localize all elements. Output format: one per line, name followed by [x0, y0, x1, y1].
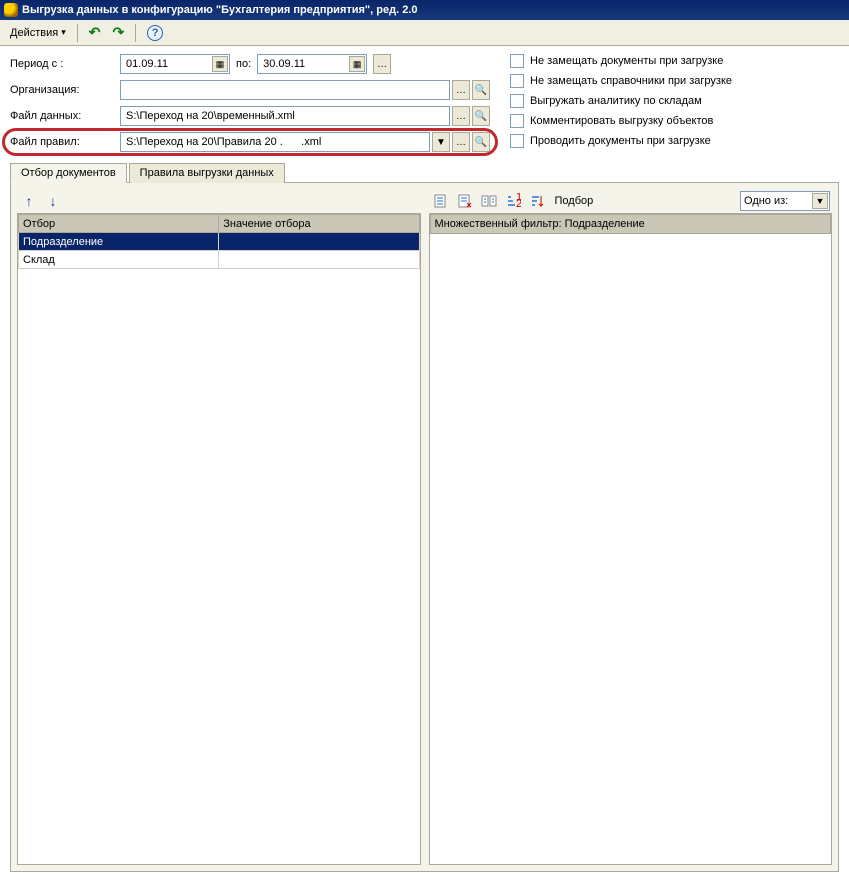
- rules-file-select-button[interactable]: …: [452, 132, 470, 152]
- left-pane: Отбор Значение отбора Подразделение Скла…: [17, 189, 421, 865]
- left-toolbar: [17, 189, 421, 213]
- help-icon: ?: [147, 25, 163, 41]
- data-file-row: … 🔍: [120, 106, 490, 126]
- list-sort-asc[interactable]: 12: [503, 191, 523, 211]
- period-dialog-button[interactable]: …: [373, 54, 391, 74]
- arrow-down-icon: [50, 193, 57, 209]
- calendar-icon[interactable]: ▦: [212, 56, 228, 72]
- data-file-open-button[interactable]: 🔍: [472, 106, 490, 126]
- chk-post-on-load[interactable]: Проводить документы при загрузке: [510, 134, 732, 148]
- chk-label: Проводить документы при загрузке: [530, 135, 711, 147]
- arrow-up-icon: [26, 193, 33, 209]
- actions-menu[interactable]: Действия: [6, 23, 70, 43]
- data-file-select-button[interactable]: …: [452, 106, 470, 126]
- org-select-button[interactable]: …: [452, 80, 470, 100]
- org-row: … 🔍: [120, 80, 490, 100]
- left-form: Период с : ▦ по: ▦ … Организация: … 🔍 Фа…: [10, 54, 490, 152]
- col-filter[interactable]: Отбор: [19, 215, 219, 233]
- actions-label: Действия: [10, 27, 58, 39]
- filter-grid[interactable]: Отбор Значение отбора Подразделение Скла…: [17, 213, 421, 865]
- rules-file-row: ▼ … 🔍: [120, 132, 490, 152]
- data-file-input[interactable]: [120, 106, 450, 126]
- data-file-label: Файл данных:: [10, 110, 120, 122]
- list-sort-desc[interactable]: [527, 191, 547, 211]
- move-down-button[interactable]: [43, 191, 63, 211]
- cell-filter[interactable]: Подразделение: [19, 233, 219, 251]
- separator: [77, 24, 78, 42]
- list-action-2[interactable]: [455, 191, 475, 211]
- podbor-label[interactable]: Подбор: [555, 195, 594, 207]
- separator: [135, 24, 136, 42]
- multi-filter-grid[interactable]: Множественный фильтр: Подразделение: [429, 213, 833, 865]
- tab-label: Правила выгрузки данных: [140, 167, 274, 179]
- date-from-input[interactable]: ▦: [120, 54, 230, 74]
- org-field[interactable]: [124, 81, 446, 99]
- rules-file-open-button[interactable]: 🔍: [472, 132, 490, 152]
- date-from-field[interactable]: [124, 55, 226, 73]
- checkbox-icon[interactable]: [510, 54, 524, 68]
- undo-icon: [89, 24, 101, 41]
- org-input[interactable]: [120, 80, 450, 100]
- checkbox-icon[interactable]: [510, 74, 524, 88]
- tab-export-rules[interactable]: Правила выгрузки данных: [129, 163, 285, 183]
- checkbox-icon[interactable]: [510, 134, 524, 148]
- svg-text:2: 2: [516, 198, 521, 209]
- to-label: по:: [236, 58, 251, 70]
- chk-no-replace-docs[interactable]: Не замещать документы при загрузке: [510, 54, 732, 68]
- chk-label: Не замещать документы при загрузке: [530, 55, 723, 67]
- checkbox-icon[interactable]: [510, 94, 524, 108]
- titlebar: Выгрузка данных в конфигурацию "Бухгалте…: [0, 0, 849, 20]
- org-label: Организация:: [10, 84, 120, 96]
- table-row[interactable]: Подразделение: [19, 233, 420, 251]
- tab-panel: Отбор Значение отбора Подразделение Скла…: [10, 182, 839, 872]
- right-checks: Не замещать документы при загрузке Не за…: [510, 54, 732, 152]
- chk-analytics-warehouses[interactable]: Выгружать аналитику по складам: [510, 94, 732, 108]
- rules-file-group: Файл правил: ▼ … 🔍: [10, 132, 490, 152]
- date-to-input[interactable]: ▦: [257, 54, 367, 74]
- tab-doc-filter[interactable]: Отбор документов: [10, 163, 127, 183]
- filter-mode-combo[interactable]: Одно из: ▼: [740, 191, 830, 211]
- undo-button[interactable]: [85, 23, 105, 43]
- period-label: Период с :: [10, 58, 120, 70]
- tab-label: Отбор документов: [21, 167, 116, 179]
- redo-button[interactable]: [108, 23, 128, 43]
- rules-file-input[interactable]: [120, 132, 430, 152]
- window-title: Выгрузка данных в конфигурацию "Бухгалте…: [22, 4, 417, 16]
- redo-icon: [112, 24, 124, 41]
- data-file-field[interactable]: [124, 107, 446, 125]
- combo-value: Одно из:: [744, 195, 788, 207]
- chevron-down-icon[interactable]: ▼: [812, 193, 828, 209]
- checkbox-icon[interactable]: [510, 114, 524, 128]
- chk-label: Выгружать аналитику по складам: [530, 95, 702, 107]
- right-pane: 12 Подбор Одно из: ▼ Множественный фильт…: [429, 189, 833, 865]
- rules-file-field[interactable]: [124, 133, 426, 151]
- form-area: Период с : ▦ по: ▦ … Организация: … 🔍 Фа…: [0, 46, 849, 156]
- org-open-button[interactable]: 🔍: [472, 80, 490, 100]
- table-row[interactable]: Склад: [19, 251, 420, 269]
- col-filter-value[interactable]: Значение отбора: [219, 215, 419, 233]
- rules-file-dropdown-button[interactable]: ▼: [432, 132, 450, 152]
- chk-label: Комментировать выгрузку объектов: [530, 115, 713, 127]
- right-toolbar: 12 Подбор Одно из: ▼: [429, 189, 833, 213]
- cell-filter[interactable]: Склад: [19, 251, 219, 269]
- chk-label: Не замещать справочники при загрузке: [530, 75, 732, 87]
- app-icon: [4, 3, 18, 17]
- list-action-1[interactable]: [431, 191, 451, 211]
- tabs: Отбор документов Правила выгрузки данных: [10, 162, 839, 182]
- date-to-field[interactable]: [261, 55, 363, 73]
- help-button[interactable]: ?: [143, 23, 167, 43]
- period-row: ▦ по: ▦ …: [120, 54, 490, 74]
- multi-filter-title: Множественный фильтр: Подразделение: [435, 218, 645, 230]
- chk-comment-export[interactable]: Комментировать выгрузку объектов: [510, 114, 732, 128]
- list-action-3[interactable]: [479, 191, 499, 211]
- move-up-button[interactable]: [19, 191, 39, 211]
- chk-no-replace-refs[interactable]: Не замещать справочники при загрузке: [510, 74, 732, 88]
- cell-value[interactable]: [219, 251, 419, 269]
- toolbar: Действия ?: [0, 20, 849, 46]
- cell-value[interactable]: [219, 233, 419, 251]
- multi-filter-header: Множественный фильтр: Подразделение: [430, 214, 832, 234]
- rules-file-label: Файл правил:: [10, 136, 120, 148]
- calendar-icon[interactable]: ▦: [349, 56, 365, 72]
